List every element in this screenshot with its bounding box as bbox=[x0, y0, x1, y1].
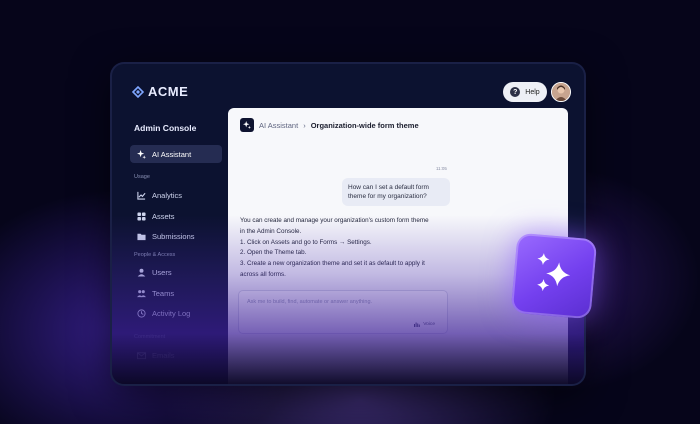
acme-logo-mark-icon bbox=[132, 85, 144, 98]
chat-input-placeholder: Ask me to build, find, automate or answe… bbox=[247, 299, 373, 305]
sidebar-item-label: Analytics bbox=[152, 190, 183, 200]
activity-log-icon bbox=[137, 308, 146, 318]
breadcrumb-parent-link[interactable]: AI Assistant bbox=[259, 121, 298, 130]
brand-name: ACME bbox=[148, 84, 189, 99]
message-timestamp: 11:05 bbox=[436, 166, 447, 171]
voice-label: Voice bbox=[423, 322, 435, 327]
avatar-portrait-icon bbox=[552, 83, 570, 101]
breadcrumb: AI Assistant › Organization-wide form th… bbox=[240, 118, 419, 132]
ai-sparkle-tile bbox=[510, 232, 598, 320]
sidebar-item-label: Assets bbox=[152, 211, 175, 221]
section-label-commitment: Commitment bbox=[134, 334, 166, 340]
sidebar-item-label: AI Assistant bbox=[152, 149, 192, 159]
assistant-message-line: 2. Open the Theme tab. bbox=[240, 249, 307, 257]
submissions-icon bbox=[137, 232, 146, 241]
chat-input[interactable]: Ask me to build, find, automate or answe… bbox=[238, 290, 448, 334]
assistant-message-line: You can create and manage your organizat… bbox=[240, 217, 429, 224]
sidebar-item-label: Teams bbox=[152, 288, 175, 298]
sidebar-item-label: Emails bbox=[152, 350, 175, 360]
assistant-message: You can create and manage your organizat… bbox=[240, 216, 460, 281]
help-icon: ? bbox=[510, 87, 521, 97]
acme-logo[interactable]: ACME bbox=[132, 84, 188, 99]
sidebar-title: Admin Console bbox=[134, 123, 197, 133]
emails-icon bbox=[137, 351, 146, 360]
sidebar-item-label: Users bbox=[152, 267, 172, 277]
breadcrumb-current: Organization-wide form theme bbox=[310, 120, 419, 130]
sidebar-item-label: Activity Log bbox=[152, 308, 191, 318]
sidebar-item-teams[interactable]: Teams bbox=[130, 284, 222, 302]
sidebar-item-users[interactable]: Users bbox=[130, 263, 222, 281]
admin-console-window: ACME ? Help Admin Console AI Assistant U… bbox=[112, 64, 584, 384]
ai-assistant-badge-icon bbox=[240, 118, 254, 132]
voice-waveform-icon bbox=[414, 322, 421, 327]
assistant-message-line: in the Admin Console. bbox=[240, 227, 302, 235]
assistant-message-line: across all forms. bbox=[240, 270, 286, 278]
voice-button[interactable]: Voice bbox=[414, 322, 435, 327]
sidebar-item-ai-assistant[interactable]: AI Assistant bbox=[130, 145, 222, 163]
user-avatar[interactable] bbox=[551, 82, 571, 102]
sidebar-item-assets[interactable]: Assets bbox=[130, 207, 222, 225]
teams-icon bbox=[137, 289, 146, 298]
assistant-message-line: 3. Create a new organization theme and s… bbox=[240, 260, 425, 268]
sidebar-item-activity-log[interactable]: Activity Log bbox=[130, 304, 222, 322]
breadcrumb-separator: › bbox=[303, 120, 306, 130]
assets-icon bbox=[137, 211, 146, 221]
users-icon bbox=[137, 268, 146, 277]
sidebar-item-label: Submissions bbox=[152, 231, 195, 241]
help-label: Help bbox=[525, 88, 540, 96]
section-label-people-access: People & Access bbox=[134, 252, 176, 258]
help-button[interactable]: ? Help bbox=[503, 82, 547, 102]
analytics-icon bbox=[137, 191, 146, 200]
sparkles-icon bbox=[537, 253, 571, 292]
section-label-usage: Usage bbox=[134, 174, 150, 180]
sidebar-item-analytics[interactable]: Analytics bbox=[130, 186, 222, 204]
assistant-message-line: 1. Click on Assets and go to Forms → Set… bbox=[240, 238, 372, 246]
sidebar-item-emails[interactable]: Emails bbox=[130, 346, 222, 364]
sparkle-icon bbox=[137, 149, 146, 159]
sidebar-item-submissions[interactable]: Submissions bbox=[130, 227, 222, 245]
user-message-bubble: How can I set a default form theme for m… bbox=[342, 178, 450, 206]
